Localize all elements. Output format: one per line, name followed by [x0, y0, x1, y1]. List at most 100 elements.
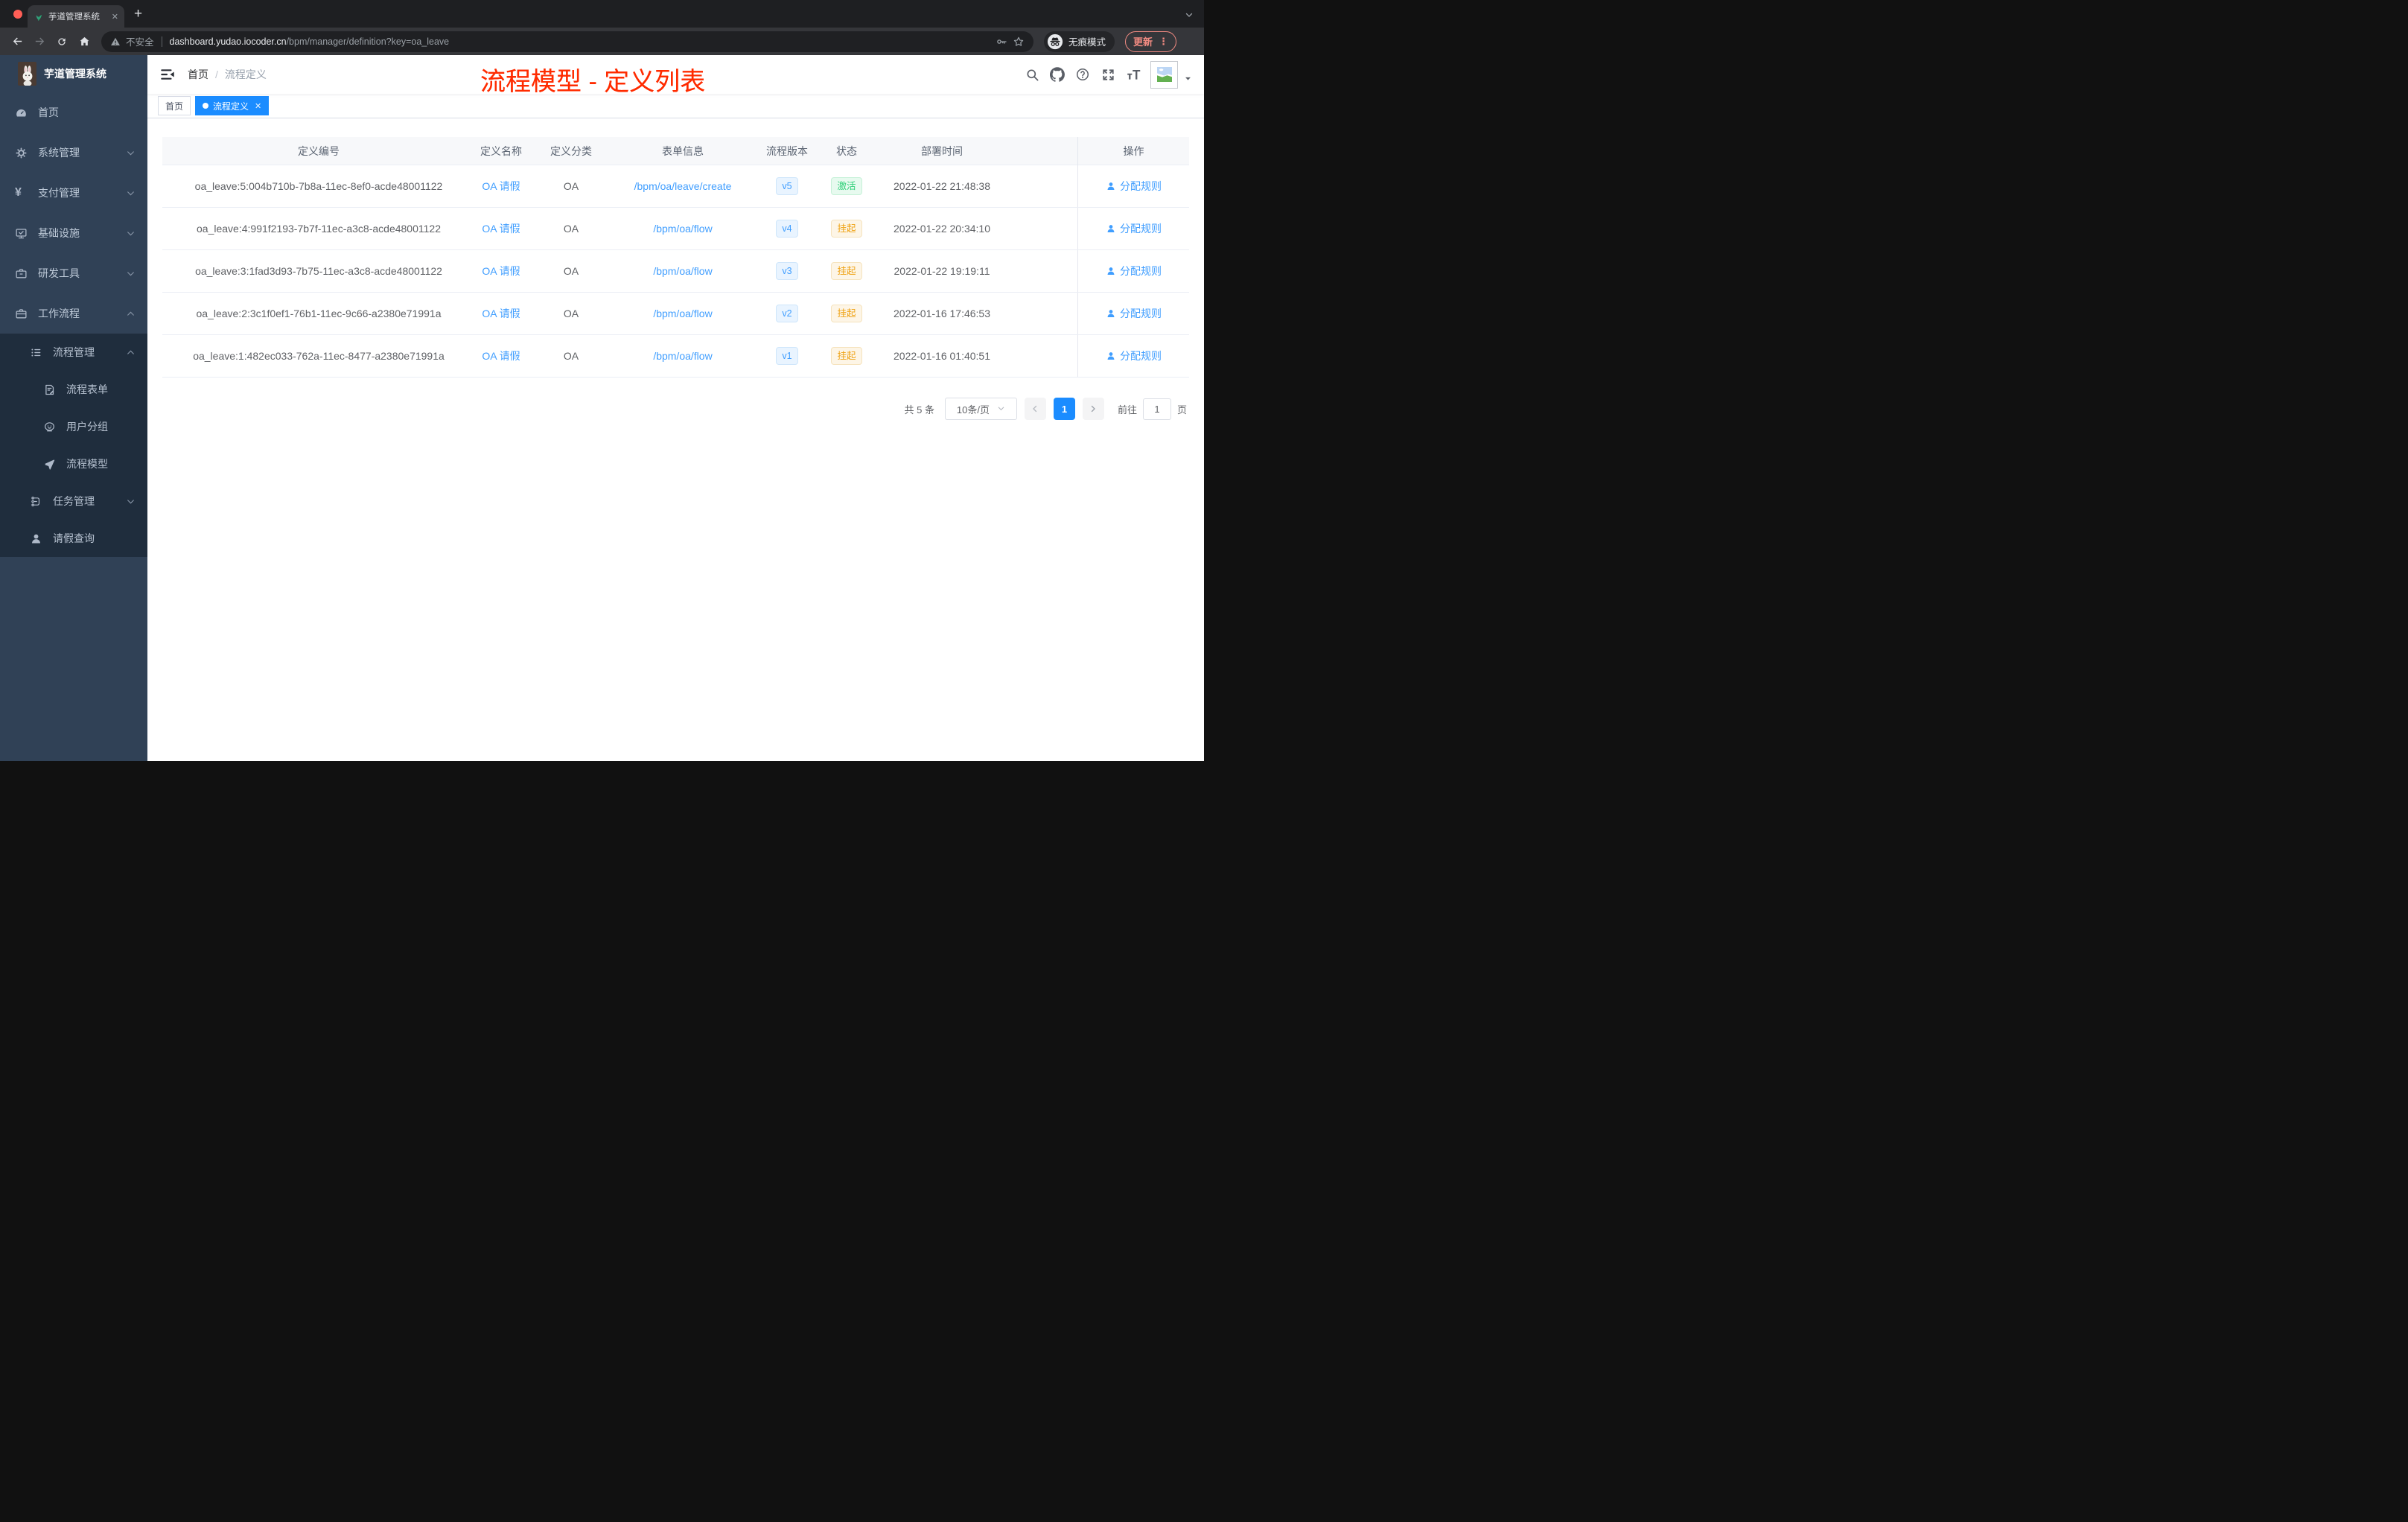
navbar-actions	[1024, 60, 1192, 89]
security-warning-icon[interactable]	[110, 36, 121, 47]
cell-category: OA	[563, 180, 579, 192]
new-tab-button[interactable]: +	[134, 7, 142, 21]
form-link[interactable]: /bpm/oa/flow	[653, 265, 712, 277]
column-header: 表单信息	[662, 145, 704, 157]
table-row: oa_leave:1:482ec033-762a-11ec-8477-a2380…	[162, 335, 1189, 378]
back-button[interactable]	[7, 32, 27, 51]
pagination: 共 5 条 10条/页 1 前往 1 页	[162, 398, 1189, 420]
browser-toolbar: 不安全 dashboard.yudao.iocoder.cn/bpm/manag…	[0, 28, 1204, 55]
column-header: 部署时间	[921, 145, 963, 157]
column-header: 状态	[836, 145, 857, 157]
sidebar-item-tree[interactable]: 任务管理	[0, 483, 147, 520]
tag-active[interactable]: 流程定义 ✕	[195, 96, 270, 115]
sidebar-item-form[interactable]: 流程表单	[0, 371, 147, 408]
password-key-icon[interactable]	[996, 36, 1007, 48]
goto-suffix: 页	[1176, 404, 1187, 415]
main-area: 首页 / 流程定义 流程模型 - 定义列表 首页 流程定义 ✕ 定义编号 定义名…	[147, 55, 1204, 761]
assign-rule-link[interactable]: 分配规则	[1106, 179, 1162, 194]
sidebar-item-monitor[interactable]: 基础设施	[0, 213, 147, 253]
definition-name-link[interactable]: OA 请假	[482, 350, 520, 362]
url-text[interactable]: dashboard.yudao.iocoder.cn/bpm/manager/d…	[170, 36, 990, 47]
user-icon	[1107, 267, 1115, 275]
sidebar-item-user[interactable]: 请假查询	[0, 520, 147, 557]
sidebar-item-toolbox[interactable]: 研发工具	[0, 253, 147, 293]
browser-tab[interactable]: 芋道管理系统 ✕	[28, 5, 124, 28]
search-icon[interactable]	[1024, 66, 1040, 83]
select-chevron-down-icon	[997, 404, 1005, 415]
sidebar-item-group[interactable]: 用户分组	[0, 408, 147, 445]
breadcrumb-home[interactable]: 首页	[188, 67, 208, 82]
sidebar-item-label: 流程表单	[66, 383, 108, 395]
prev-page-button[interactable]	[1024, 398, 1046, 420]
sidebar-item-gear[interactable]: 系统管理	[0, 133, 147, 173]
browser-menu-icon[interactable]: ⋮	[1159, 36, 1168, 48]
avatar[interactable]	[1150, 60, 1178, 89]
incognito-label: 无痕模式	[1068, 37, 1106, 48]
breadcrumb-separator: /	[215, 69, 218, 80]
help-question-icon[interactable]	[1074, 66, 1091, 83]
sidebar-item-dashboard[interactable]: 首页	[0, 92, 147, 133]
monitor-icon	[15, 227, 28, 240]
status-badge: 挂起	[831, 261, 862, 281]
sidebar-logo[interactable]: 芋道管理系统	[0, 55, 147, 92]
update-button[interactable]: 更新 ⋮	[1125, 31, 1177, 52]
form-link[interactable]: /bpm/oa/leave/create	[634, 180, 732, 192]
assign-rule-link[interactable]: 分配规则	[1106, 264, 1162, 278]
cell-definition-id: oa_leave:5:004b710b-7b8a-11ec-8ef0-acde4…	[194, 180, 443, 192]
breadcrumb: 首页 / 流程定义	[188, 67, 267, 82]
tab-close-icon[interactable]: ✕	[112, 12, 118, 22]
table-row: oa_leave:4:991f2193-7b7f-11ec-a3c8-acde4…	[162, 208, 1189, 250]
group-icon	[43, 421, 56, 433]
assign-rule-link[interactable]: 分配规则	[1106, 348, 1162, 363]
definition-name-link[interactable]: OA 请假	[482, 223, 520, 235]
assign-rule-link[interactable]: 分配规则	[1106, 306, 1162, 321]
reload-button[interactable]	[52, 32, 71, 51]
definition-name-link[interactable]: OA 请假	[482, 308, 520, 319]
chevron-up-icon	[126, 348, 136, 357]
gear-icon	[15, 147, 28, 159]
avatar-dropdown-caret-icon[interactable]	[1184, 73, 1192, 86]
version-badge: v2	[776, 304, 798, 323]
column-header: 定义分类	[550, 145, 592, 157]
sidebar: 芋道管理系统 首页 系统管理 ¥ 支付管理 基础设施 研发工具 工作流程 流程管理流程表单用户…	[0, 55, 147, 761]
next-page-button[interactable]	[1082, 398, 1104, 420]
sidebar-toggle-icon[interactable]	[159, 66, 176, 83]
home-button[interactable]	[74, 32, 94, 51]
sidebar-item-list[interactable]: 流程管理	[0, 334, 147, 371]
sidebar-item-yen[interactable]: ¥ 支付管理	[0, 173, 147, 213]
form-link[interactable]: /bpm/oa/flow	[653, 223, 712, 235]
table-header-row: 定义编号 定义名称 定义分类 表单信息 流程版本 状态 部署时间 操作	[162, 137, 1189, 165]
bookmark-star-icon[interactable]	[1013, 36, 1025, 48]
user-icon	[1107, 225, 1115, 232]
cell-definition-id: oa_leave:1:482ec033-762a-11ec-8477-a2380…	[193, 350, 445, 362]
sidebar-item-briefcase[interactable]: 工作流程	[0, 293, 147, 334]
chevron-down-icon	[126, 148, 136, 158]
page-size-value: 10条/页	[956, 404, 990, 415]
version-badge: v5	[776, 176, 798, 196]
sidebar-item-label: 支付管理	[38, 187, 80, 199]
window-close-button[interactable]	[13, 10, 22, 19]
fullscreen-icon[interactable]	[1100, 66, 1116, 83]
form-link[interactable]: /bpm/oa/flow	[653, 350, 712, 362]
address-bar[interactable]: 不安全 dashboard.yudao.iocoder.cn/bpm/manag…	[101, 31, 1033, 52]
goto-page-input[interactable]	[1142, 398, 1171, 420]
page-number-button[interactable]: 1	[1053, 398, 1075, 420]
tree-icon	[30, 495, 42, 508]
sidebar-item-plane[interactable]: 流程模型	[0, 445, 147, 483]
assign-rule-link[interactable]: 分配规则	[1106, 221, 1162, 236]
browser-tabstrip: 芋道管理系统 ✕ +	[0, 0, 1204, 28]
page-size-select[interactable]: 10条/页	[944, 398, 1017, 420]
github-icon[interactable]	[1049, 66, 1066, 83]
tag-label: 流程定义	[213, 101, 249, 112]
tag-item[interactable]: 首页	[158, 96, 191, 115]
definition-name-link[interactable]: OA 请假	[482, 180, 520, 192]
definition-name-link[interactable]: OA 请假	[482, 265, 520, 277]
tab-search-chevron-icon[interactable]	[1185, 10, 1194, 23]
forward-button[interactable]	[30, 32, 49, 51]
font-size-icon[interactable]	[1125, 66, 1141, 83]
table-row: oa_leave:3:1fad3d93-7b75-11ec-a3c8-acde4…	[162, 250, 1189, 293]
chevron-down-icon	[126, 188, 136, 198]
tag-close-icon[interactable]: ✕	[255, 101, 261, 111]
form-link[interactable]: /bpm/oa/flow	[653, 308, 712, 319]
security-label[interactable]: 不安全	[126, 34, 154, 48]
